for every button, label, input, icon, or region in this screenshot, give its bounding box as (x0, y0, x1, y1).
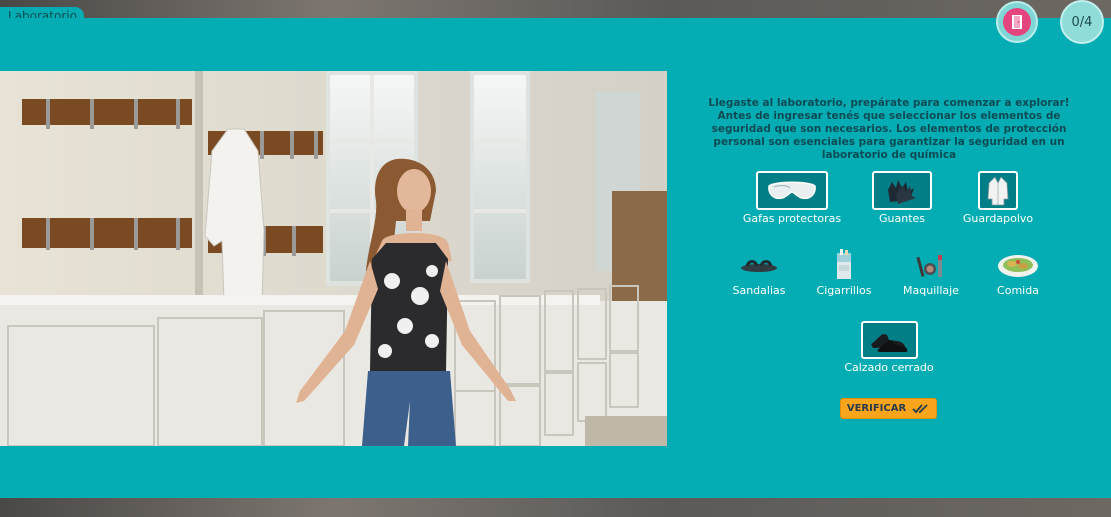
exit-button[interactable] (996, 1, 1038, 43)
item-label: Calzado cerrado (844, 361, 934, 374)
item-label: Gafas protectoras (742, 212, 842, 225)
verify-label: VERIFICAR (846, 403, 907, 414)
intro-text: Llegaste al laboratorio, prepárate para … (708, 97, 1070, 161)
item-calzado-cerrado[interactable]: Calzado cerrado (834, 321, 944, 374)
item-gafas-protectoras[interactable]: Gafas protectoras (737, 171, 847, 225)
lab-video[interactable] (0, 71, 667, 446)
gloves-icon (872, 171, 932, 210)
lab-scene-image (0, 71, 667, 446)
item-label: Guardapolvo (962, 212, 1034, 225)
lab-coat-icon (978, 171, 1018, 210)
item-guardapolvo[interactable]: Guardapolvo (943, 171, 1053, 225)
item-label: Guantes (878, 212, 926, 225)
door-exit-icon (1003, 8, 1031, 36)
background-bottom (0, 498, 1111, 517)
safety-goggles-icon (756, 171, 828, 210)
double-check-icon (912, 403, 928, 413)
progress-counter: 0/4 (1060, 0, 1104, 44)
makeup-icon (911, 248, 951, 282)
cigarettes-icon (824, 248, 864, 282)
item-guantes[interactable]: Guantes (847, 171, 957, 225)
item-comida[interactable]: Comida (963, 248, 1073, 297)
verify-button[interactable]: VERIFICAR (840, 398, 937, 419)
closed-shoes-icon (860, 321, 918, 359)
food-icon (993, 248, 1043, 282)
background-top (0, 0, 1111, 18)
sandals-icon (729, 248, 789, 282)
item-label: Comida (997, 284, 1039, 297)
